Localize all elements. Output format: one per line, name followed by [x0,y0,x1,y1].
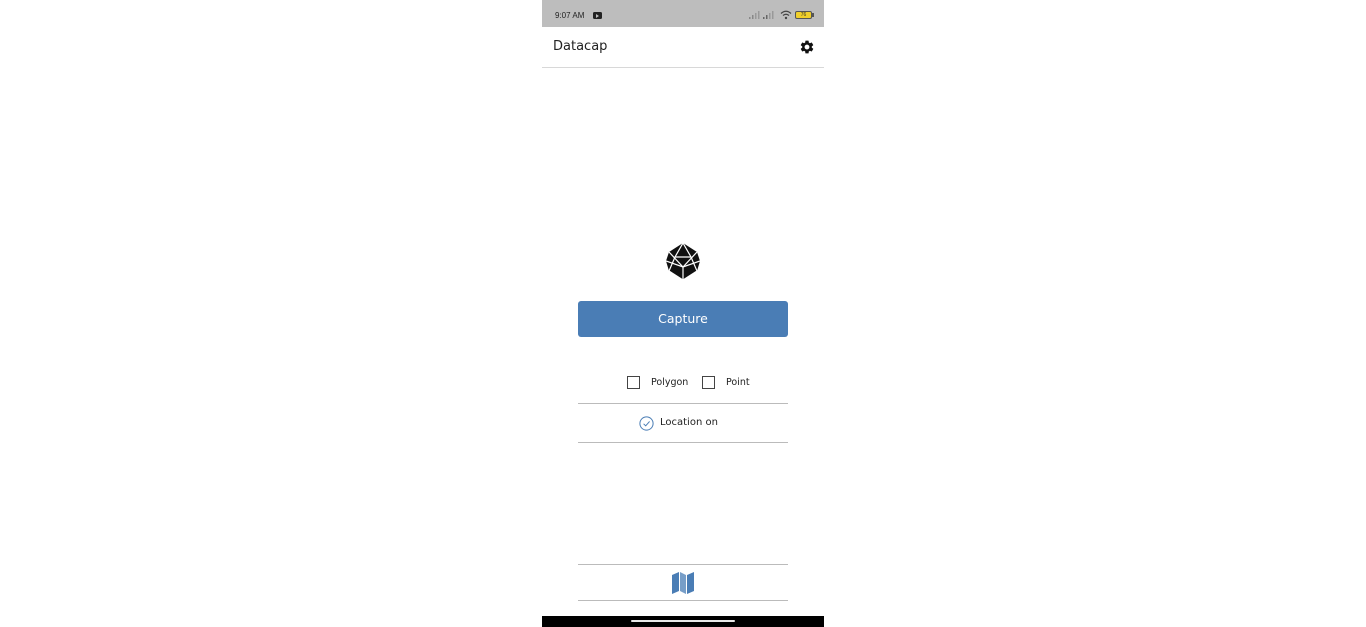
polyhedron-logo-icon [666,243,700,280]
status-indicators: 76 [749,10,815,21]
status-bar: 9:07 AM 76 [542,0,824,27]
polygon-label: Polygon [651,377,689,388]
signal-icon [749,11,760,19]
phone-screen: 9:07 AM 76 Datacap Capture Polygon Point… [542,0,824,627]
bottom-toolbar [578,564,788,601]
check-circle-icon [639,416,654,431]
app-title: Datacap [553,39,608,54]
signal-icon [763,11,774,19]
capture-button[interactable]: Capture [578,301,788,337]
polygon-checkbox-box[interactable] [627,376,640,389]
wifi-icon [780,10,792,20]
geometry-options: Polygon Point [578,366,788,404]
map-icon [672,572,694,594]
settings-button[interactable] [799,39,815,55]
location-label: Location on [660,417,718,428]
system-navigation-bar [542,616,824,627]
polygon-checkbox[interactable]: Polygon [627,376,693,390]
point-checkbox-box[interactable] [702,376,715,389]
gear-icon [800,40,814,54]
map-button[interactable] [671,572,695,594]
media-notification-icon [593,12,602,19]
point-checkbox[interactable]: Point [702,376,758,390]
location-status: Location on [578,404,788,443]
battery-icon: 76 [795,11,812,19]
status-time: 9:07 AM [555,11,585,20]
home-gesture-handle[interactable] [631,620,735,622]
point-label: Point [726,377,750,388]
app-bar: Datacap [542,27,824,68]
battery-tip [812,13,814,17]
